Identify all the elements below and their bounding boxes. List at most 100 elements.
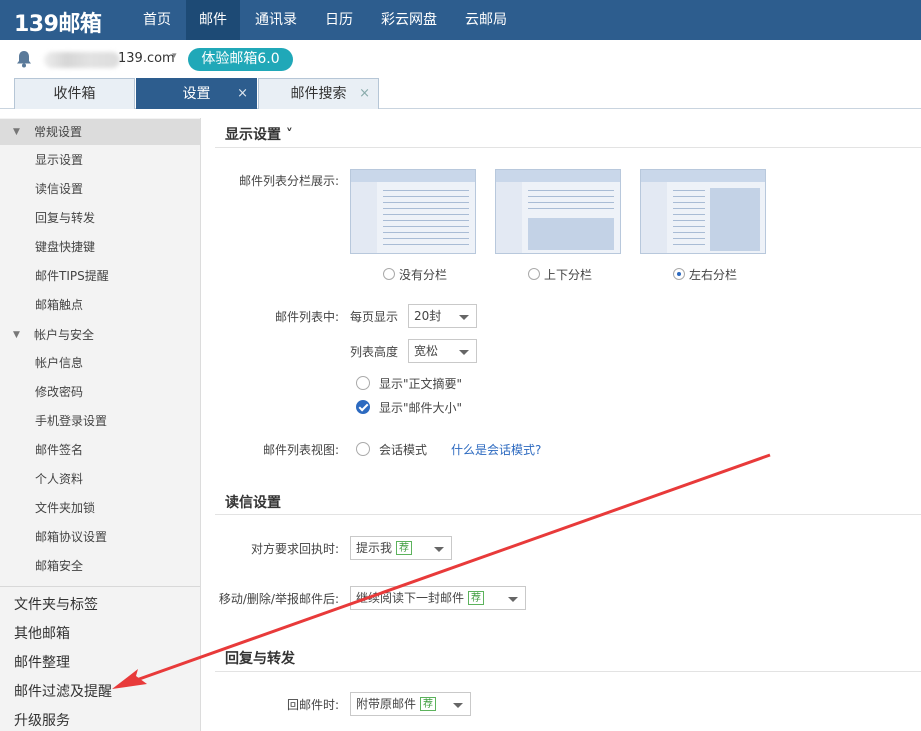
tab-mail-search[interactable]: 邮件搜索 × (258, 78, 379, 109)
chevron-down-icon (459, 315, 469, 320)
read-settings-title: 读信设置 (225, 495, 281, 511)
app-logo[interactable]: 139邮箱 (14, 6, 102, 38)
radio-label: 上下分栏 (544, 268, 593, 282)
triangle-down-icon[interactable]: ▼ (13, 119, 20, 145)
triangle-down-icon[interactable]: ▼ (13, 322, 20, 348)
thumb-lines (673, 190, 705, 250)
select-value: 20封 (414, 309, 442, 323)
after-move-select[interactable]: 继续阅读下一封邮件荐 (350, 586, 526, 610)
nav-home[interactable]: 首页 (128, 0, 186, 40)
sidebar-item-other-mailbox[interactable]: 其他邮箱 (14, 624, 70, 644)
sidebar-item-upgrade[interactable]: 升级服务 (14, 711, 70, 731)
receipt-label: 对方要求回执时: (250, 542, 339, 556)
layout-thumb-left-right[interactable] (640, 169, 766, 254)
show-summary-label: 显示"正文摘要" (379, 377, 463, 391)
thumb-header (496, 170, 620, 182)
sidebar-group-label: 常规设置 (34, 125, 83, 139)
close-icon[interactable]: × (237, 79, 248, 109)
list-height-label: 列表高度 (350, 345, 399, 359)
sidebar-item-account-info[interactable]: 帐户信息 (35, 354, 83, 372)
section-divider (215, 514, 921, 515)
layout-thumb-none[interactable] (350, 169, 476, 254)
sidebar-item-folders-tags[interactable]: 文件夹与标签 (14, 595, 98, 615)
sidebar-item-profile[interactable]: 个人资料 (35, 470, 83, 488)
settings-sidebar: ▼ 常规设置 显示设置 读信设置 回复与转发 键盘快捷键 邮件TIPS提醒 邮箱… (0, 118, 201, 731)
show-size-checkbox[interactable] (356, 400, 370, 414)
sidebar-item-filter-alerts[interactable]: 邮件过滤及提醒 (14, 682, 112, 702)
recommend-badge: 荐 (468, 591, 485, 605)
radio-no-split[interactable] (383, 268, 395, 280)
tab-inbox[interactable]: 收件箱 (14, 78, 135, 109)
thumb-sidebar (351, 182, 377, 253)
sidebar-item-signature[interactable]: 邮件签名 (35, 441, 83, 459)
section-divider (215, 147, 921, 148)
sidebar-group-label: 帐户与安全 (34, 328, 95, 342)
conversation-mode-radio[interactable] (356, 442, 370, 456)
show-size-label: 显示"邮件大小" (379, 401, 463, 415)
sidebar-item-mailbox-security[interactable]: 邮箱安全 (35, 557, 83, 575)
chevron-down-icon (508, 597, 518, 602)
select-value: 宽松 (414, 344, 439, 358)
tab-settings[interactable]: 设置 × (136, 78, 257, 109)
sidebar-item-display[interactable]: 显示设置 (35, 151, 83, 169)
radio-label: 没有分栏 (399, 268, 448, 282)
nav-cloud-drive[interactable]: 彩云网盘 (370, 0, 448, 40)
thumb-header (351, 170, 475, 182)
chevron-down-icon[interactable]: ▾ (172, 51, 177, 61)
sidebar-item-mobile-login[interactable]: 手机登录设置 (35, 412, 107, 430)
sidebar-group-account-security[interactable]: ▼ 帐户与安全 (0, 322, 200, 348)
display-settings-title[interactable]: 显示设置 ˅ (225, 124, 293, 144)
close-icon[interactable]: × (359, 79, 370, 109)
recommend-badge: 荐 (420, 697, 437, 711)
bell-icon[interactable] (16, 50, 32, 68)
radio-left-right-split[interactable] (673, 268, 685, 280)
section-divider (215, 671, 921, 672)
sidebar-divider (0, 586, 200, 587)
thumb-header (641, 170, 765, 182)
sidebar-item-shortcuts[interactable]: 键盘快捷键 (35, 238, 95, 256)
list-view-label: 邮件列表视图: (262, 443, 339, 457)
sidebar-item-tips[interactable]: 邮件TIPS提醒 (35, 267, 109, 285)
tab-label: 设置 (182, 86, 211, 102)
tab-label: 收件箱 (53, 86, 96, 102)
nav-calendar[interactable]: 日历 (312, 0, 366, 40)
sidebar-item-folder-lock[interactable]: 文件夹加锁 (35, 499, 95, 517)
try-mailbox-6-button[interactable]: 体验邮箱6.0 (188, 48, 293, 71)
sidebar-item-protocol[interactable]: 邮箱协议设置 (35, 528, 107, 546)
nav-contacts[interactable]: 通讯录 (244, 0, 308, 40)
radio-top-bottom-split[interactable] (528, 268, 540, 280)
reply-settings-title: 回复与转发 (225, 651, 295, 667)
nav-mail[interactable]: 邮件 (186, 0, 240, 40)
sidebar-item-reply-forward[interactable]: 回复与转发 (35, 209, 95, 227)
chevron-down-icon (453, 703, 463, 708)
settings-content: 显示设置 ˅ 邮件列表分栏展示: 没有分栏 上下分栏 左右分栏 邮件列表中: 每… (201, 110, 921, 731)
sidebar-item-mail-organize[interactable]: 邮件整理 (14, 653, 70, 673)
what-is-conversation-link[interactable]: 什么是会话模式? (451, 441, 541, 458)
thumb-preview-pane (710, 188, 760, 251)
per-page-label: 每页显示 (350, 310, 399, 324)
chevron-down-icon (434, 547, 444, 552)
list-height-select[interactable]: 宽松 (408, 339, 477, 363)
sidebar-item-touchpoint[interactable]: 邮箱触点 (35, 296, 83, 314)
account-name-blurred (44, 52, 120, 68)
sidebar-item-reading[interactable]: 读信设置 (35, 180, 83, 198)
select-value: 附带原邮件 (356, 697, 417, 711)
layout-thumb-top-bottom[interactable] (495, 169, 621, 254)
after-move-label: 移动/删除/举报邮件后: (218, 592, 339, 606)
nav-cloud-post[interactable]: 云邮局 (452, 0, 520, 40)
reply-label: 回邮件时: (286, 698, 339, 712)
receipt-select[interactable]: 提示我荐 (350, 536, 452, 560)
conversation-mode-label: 会话模式 (379, 443, 428, 457)
select-value: 提示我 (356, 541, 393, 555)
reply-select[interactable]: 附带原邮件荐 (350, 692, 471, 716)
sidebar-group-general[interactable]: ▼ 常规设置 (0, 119, 200, 145)
sidebar-item-change-password[interactable]: 修改密码 (35, 383, 83, 401)
chevron-down-icon (459, 350, 469, 355)
thumb-sidebar (641, 182, 667, 253)
thumb-sidebar (496, 182, 522, 253)
thumb-lines (383, 190, 469, 250)
per-page-select[interactable]: 20封 (408, 304, 477, 328)
show-summary-checkbox[interactable] (356, 376, 370, 390)
select-value: 继续阅读下一封邮件 (356, 591, 465, 605)
account-email-domain[interactable]: 139.com (118, 51, 175, 66)
